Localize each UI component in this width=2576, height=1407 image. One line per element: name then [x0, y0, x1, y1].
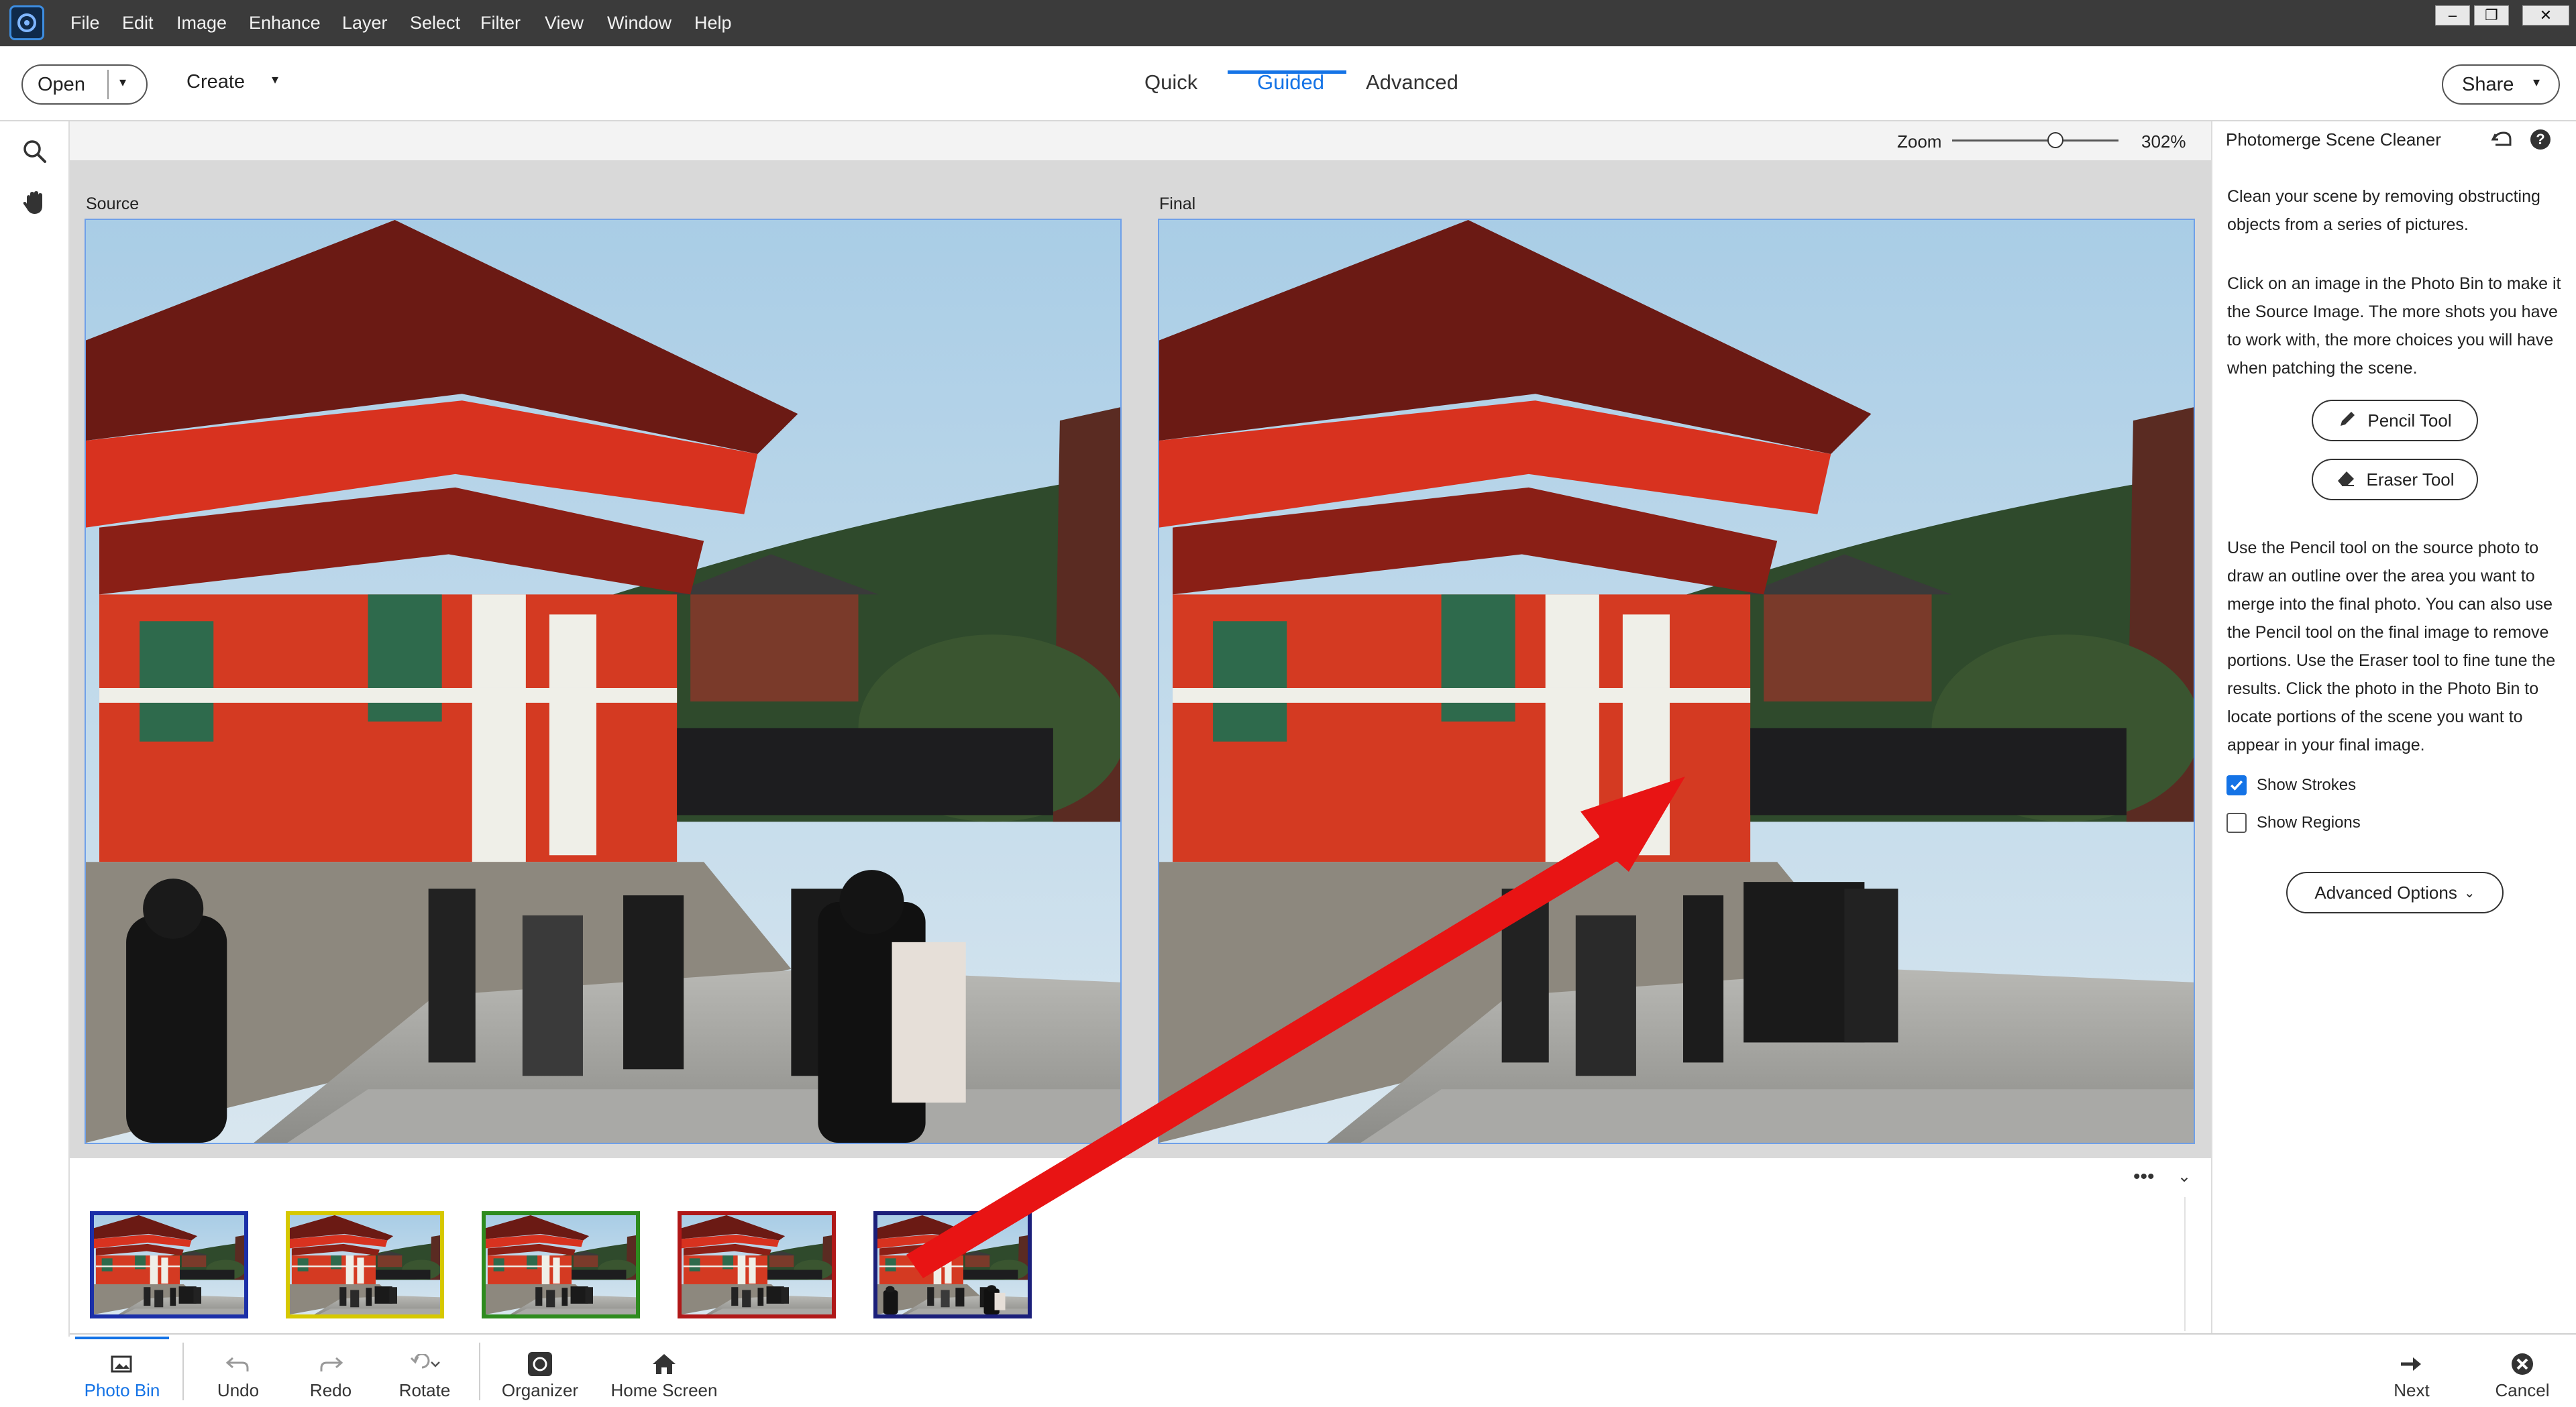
rotate-label: Rotate	[398, 1380, 451, 1400]
final-label: Final	[1159, 194, 1196, 213]
panel-details-text: Use the Pencil tool on the source photo …	[2227, 539, 2556, 754]
pencil-icon	[2338, 408, 2358, 433]
zoom-bar	[70, 121, 2211, 160]
show-strokes-checkbox[interactable]	[2226, 775, 2247, 795]
minimize-button[interactable]: –	[2435, 5, 2470, 25]
next-arrow-icon	[2375, 1348, 2449, 1380]
source-label: Source	[86, 194, 140, 213]
rotate-button[interactable]: Rotate	[388, 1348, 462, 1401]
next-button[interactable]: Next	[2375, 1348, 2449, 1401]
menu-file[interactable]: File	[70, 0, 100, 46]
photo-bin-icon	[75, 1348, 169, 1380]
pencil-tool-label: Pencil Tool	[2367, 410, 2452, 431]
cancel-label: Cancel	[2495, 1380, 2550, 1400]
hand-icon[interactable]	[20, 188, 50, 217]
redo-button[interactable]: Redo	[294, 1348, 368, 1401]
undo-button[interactable]: Undo	[201, 1348, 275, 1401]
menu-enhance[interactable]: Enhance	[249, 0, 321, 46]
tool-strip	[0, 121, 70, 1337]
menu-help[interactable]: Help	[694, 0, 732, 46]
eraser-tool-label: Eraser Tool	[2366, 469, 2455, 490]
zoom-slider-thumb[interactable]	[2047, 132, 2063, 148]
cancel-button[interactable]: Cancel	[2482, 1348, 2563, 1401]
reset-icon[interactable]	[2490, 129, 2514, 150]
cancel-icon	[2482, 1348, 2563, 1380]
panel-intro-text: Clean your scene by removing obstructing…	[2227, 187, 2540, 234]
photo-bin-label: Photo Bin	[84, 1380, 160, 1400]
active-tab-indicator	[1228, 70, 1346, 74]
create-button[interactable]: Create	[186, 71, 245, 93]
share-button[interactable]: Share ▾	[2442, 64, 2560, 105]
menu-image[interactable]: Image	[176, 0, 227, 46]
photo-bin-thumbnail[interactable]	[678, 1211, 836, 1318]
restore-button[interactable]: ❐	[2474, 5, 2509, 25]
organizer-button[interactable]: Organizer	[493, 1348, 587, 1401]
home-screen-button[interactable]: Home Screen	[604, 1348, 724, 1401]
collapse-bin-chevron-icon[interactable]: ⌄	[2178, 1167, 2191, 1186]
app-logo-icon	[9, 5, 44, 40]
zoom-label: Zoom	[1897, 131, 1942, 152]
rotate-icon	[388, 1348, 462, 1380]
organizer-label: Organizer	[501, 1380, 579, 1400]
show-regions-label: Show Regions	[2257, 813, 2361, 832]
taskbar-divider	[479, 1343, 480, 1400]
photo-bin-tab[interactable]: Photo Bin	[75, 1348, 169, 1401]
create-chevron-down-icon[interactable]: ▾	[272, 71, 278, 88]
home-screen-label: Home Screen	[610, 1380, 718, 1400]
tab-guided[interactable]: Guided	[1257, 70, 1324, 95]
open-divider	[107, 70, 109, 99]
close-window-button[interactable]: ✕	[2522, 5, 2569, 25]
redo-label: Redo	[309, 1380, 352, 1400]
open-button[interactable]: Open ▾	[21, 64, 148, 105]
zoom-icon[interactable]	[21, 138, 48, 165]
advanced-options-label: Advanced Options	[2314, 882, 2457, 903]
menu-select[interactable]: Select	[410, 0, 460, 46]
menu-layer[interactable]: Layer	[342, 0, 388, 46]
show-regions-checkbox[interactable]	[2226, 813, 2247, 833]
tab-advanced[interactable]: Advanced	[1366, 70, 1458, 95]
photo-bin-thumbnail[interactable]	[482, 1211, 640, 1318]
home-icon	[604, 1348, 724, 1380]
organizer-icon	[493, 1348, 587, 1380]
photo-bin-active-indicator	[75, 1337, 169, 1339]
help-icon[interactable]: ?	[2530, 129, 2551, 150]
more-options-icon[interactable]: •••	[2133, 1166, 2155, 1188]
chevron-down-icon[interactable]: ▾	[119, 74, 126, 91]
pencil-tool-button[interactable]: Pencil Tool	[2312, 400, 2478, 441]
share-chevron-down-icon[interactable]: ▾	[2533, 74, 2540, 91]
chevron-down-icon: ⌄	[2463, 885, 2475, 901]
zoom-value: 302%	[2141, 131, 2186, 152]
tab-quick[interactable]: Quick	[1144, 70, 1197, 95]
show-strokes-label: Show Strokes	[2257, 776, 2357, 794]
menu-edit[interactable]: Edit	[122, 0, 154, 46]
eraser-icon	[2335, 467, 2357, 492]
open-label: Open	[38, 74, 85, 95]
panel-title: Photomerge Scene Cleaner	[2226, 129, 2441, 150]
redo-icon	[294, 1348, 368, 1380]
menu-filter[interactable]: Filter	[480, 0, 521, 46]
menu-window[interactable]: Window	[607, 0, 672, 46]
photo-bin-thumbnail[interactable]	[286, 1211, 444, 1318]
menu-view[interactable]: View	[545, 0, 584, 46]
undo-icon	[201, 1348, 275, 1380]
photo-bin-thumbnail[interactable]	[90, 1211, 248, 1318]
eraser-tool-button[interactable]: Eraser Tool	[2312, 459, 2478, 500]
annotation-arrow	[906, 777, 1685, 1278]
share-label: Share	[2462, 74, 2514, 95]
panel-instructions-text: Click on an image in the Photo Bin to ma…	[2227, 274, 2561, 378]
zoom-slider-track[interactable]	[1952, 139, 2118, 142]
advanced-options-button[interactable]: Advanced Options ⌄	[2286, 872, 2504, 913]
taskbar-divider	[182, 1343, 184, 1400]
undo-label: Undo	[217, 1380, 260, 1400]
bin-scroll-divider	[2184, 1197, 2186, 1331]
next-label: Next	[2394, 1380, 2430, 1400]
